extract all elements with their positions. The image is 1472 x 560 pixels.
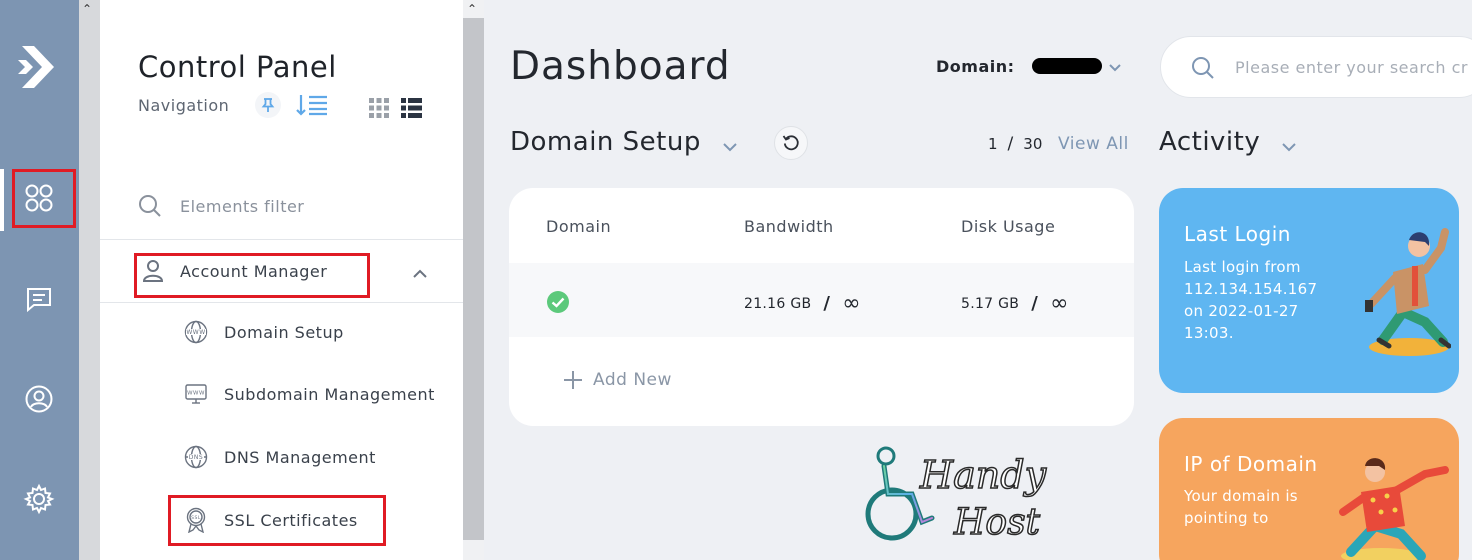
add-new-button[interactable]: Add New: [563, 370, 672, 390]
page-total: 30: [1023, 135, 1043, 153]
domain-label: Domain:: [936, 57, 1015, 76]
bandwidth-value: 21.16 GB: [744, 295, 812, 312]
infinity-icon: ∞: [842, 291, 861, 316]
pin-button[interactable]: [255, 92, 281, 118]
nav-item-label: Subdomain Management: [224, 384, 435, 404]
handy-host-watermark-logo: Handy Host: [865, 446, 1047, 544]
gear-icon: [23, 483, 55, 515]
scrollbar-thumb[interactable]: [463, 18, 484, 540]
nav-item-domain-setup[interactable]: WWW Domain Setup: [184, 320, 344, 344]
svg-text:DNS: DNS: [189, 454, 203, 461]
panel-title: Control Panel: [138, 50, 337, 84]
last-login-tile[interactable]: Last Login Last login from 112.134.154.1…: [1159, 188, 1459, 393]
tile-title: IP of Domain: [1184, 452, 1318, 476]
disk-usage-value: 5.17 GB: [961, 295, 1020, 312]
infinity-icon: ∞: [1050, 291, 1069, 316]
icon-rail: [0, 0, 79, 560]
refresh-button[interactable]: [774, 126, 808, 160]
chevron-down-icon[interactable]: [722, 137, 738, 156]
activity-title: Activity: [1159, 127, 1261, 157]
watermark-line1: Handy: [919, 453, 1047, 497]
search-input[interactable]: [1235, 53, 1472, 81]
view-all-link[interactable]: View All: [1058, 134, 1129, 154]
walking-person-illustration: [1365, 228, 1451, 356]
filter-placeholder: Elements filter: [180, 196, 305, 216]
watermark-line2: Host: [953, 502, 1041, 543]
search-box[interactable]: [1160, 36, 1472, 98]
active-indicator: [0, 169, 4, 231]
scroll-up-arrow-icon[interactable]: ⌃: [467, 2, 477, 16]
svg-text:WWW: WWW: [187, 391, 205, 397]
bandwidth-cell: 21.16 GB / ∞: [744, 291, 861, 316]
www-monitor-icon: WWW: [185, 384, 207, 404]
column-header-bandwidth: Bandwidth: [744, 217, 834, 236]
plus-icon: [564, 371, 582, 389]
search-icon: [1192, 57, 1214, 79]
account-manager-highlight-box: [134, 253, 370, 298]
grid-view-icon[interactable]: [369, 98, 389, 122]
panel-subtitle: Navigation: [138, 96, 230, 115]
ssl-certificates-highlight-box: [168, 495, 386, 546]
chevron-down-icon[interactable]: [1281, 137, 1297, 156]
search-icon: [139, 195, 161, 217]
rail-scrollbar[interactable]: ⌃: [79, 0, 100, 560]
page-current: 1: [988, 135, 998, 153]
rail-item-settings[interactable]: [14, 474, 64, 524]
tile-body: Last login from 112.134.154.167 on 2022-…: [1184, 258, 1318, 342]
scroll-up-arrow-icon[interactable]: ⌃: [82, 2, 92, 16]
chevron-up-icon[interactable]: [412, 264, 428, 283]
disk-usage-cell: 5.17 GB / ∞: [961, 291, 1069, 316]
rail-item-account[interactable]: [14, 374, 64, 424]
list-view-icon[interactable]: [296, 93, 328, 121]
value-separator: /: [1031, 293, 1039, 314]
table-row[interactable]: 21.16 GB / ∞ 5.17 GB / ∞: [509, 263, 1134, 337]
main-content: Dashboard Domain: Domain Setup 1 / 30 Vi…: [484, 0, 1472, 560]
pagination: 1 / 30: [988, 134, 1042, 154]
navigation-scrollbar[interactable]: ⌃: [463, 0, 484, 560]
check-circle-icon: [547, 291, 569, 313]
rows-view-icon[interactable]: [401, 98, 422, 122]
pin-icon: [261, 98, 275, 112]
nav-item-subdomain-management[interactable]: WWW Subdomain Management: [184, 382, 435, 406]
svg-text:WWW: WWW: [186, 329, 205, 336]
value-separator: /: [823, 293, 831, 314]
refresh-icon: [782, 135, 799, 151]
divider: [100, 302, 463, 303]
chevron-down-icon[interactable]: [1108, 58, 1122, 77]
chat-icon: [27, 288, 51, 313]
domain-selector-redacted-value[interactable]: [1032, 58, 1102, 74]
elements-filter[interactable]: Elements filter: [138, 194, 304, 218]
ip-of-domain-tile[interactable]: IP of Domain Your domain is pointing to: [1159, 418, 1459, 560]
nav-item-label: DNS Management: [224, 447, 376, 467]
page-separator: /: [1007, 134, 1014, 154]
app-logo-icon[interactable]: [14, 42, 64, 92]
dashboard-highlight-box: [12, 169, 76, 228]
domain-table-card: Domain Bandwidth Disk Usage 21.16 GB / ∞…: [509, 188, 1134, 426]
column-header-domain: Domain: [546, 217, 612, 236]
rail-item-messages[interactable]: [14, 274, 64, 324]
divider: [100, 239, 463, 240]
www-globe-icon: WWW: [184, 320, 208, 344]
tile-body: Your domain is pointing to: [1184, 487, 1298, 527]
add-new-label: Add New: [593, 370, 672, 390]
page-title: Dashboard: [510, 44, 731, 89]
reaching-person-illustration: [1339, 458, 1449, 560]
nav-item-label: Domain Setup: [224, 322, 344, 342]
column-header-disk-usage: Disk Usage: [961, 217, 1056, 236]
user-circle-icon: [25, 385, 53, 413]
tile-title: Last Login: [1184, 222, 1291, 246]
domain-setup-title: Domain Setup: [510, 127, 701, 157]
dns-globe-icon: DNS: [184, 445, 208, 469]
nav-item-dns-management[interactable]: DNS DNS Management: [184, 445, 376, 469]
navigation-panel: Control Panel Navigation Elements filter…: [100, 0, 463, 560]
